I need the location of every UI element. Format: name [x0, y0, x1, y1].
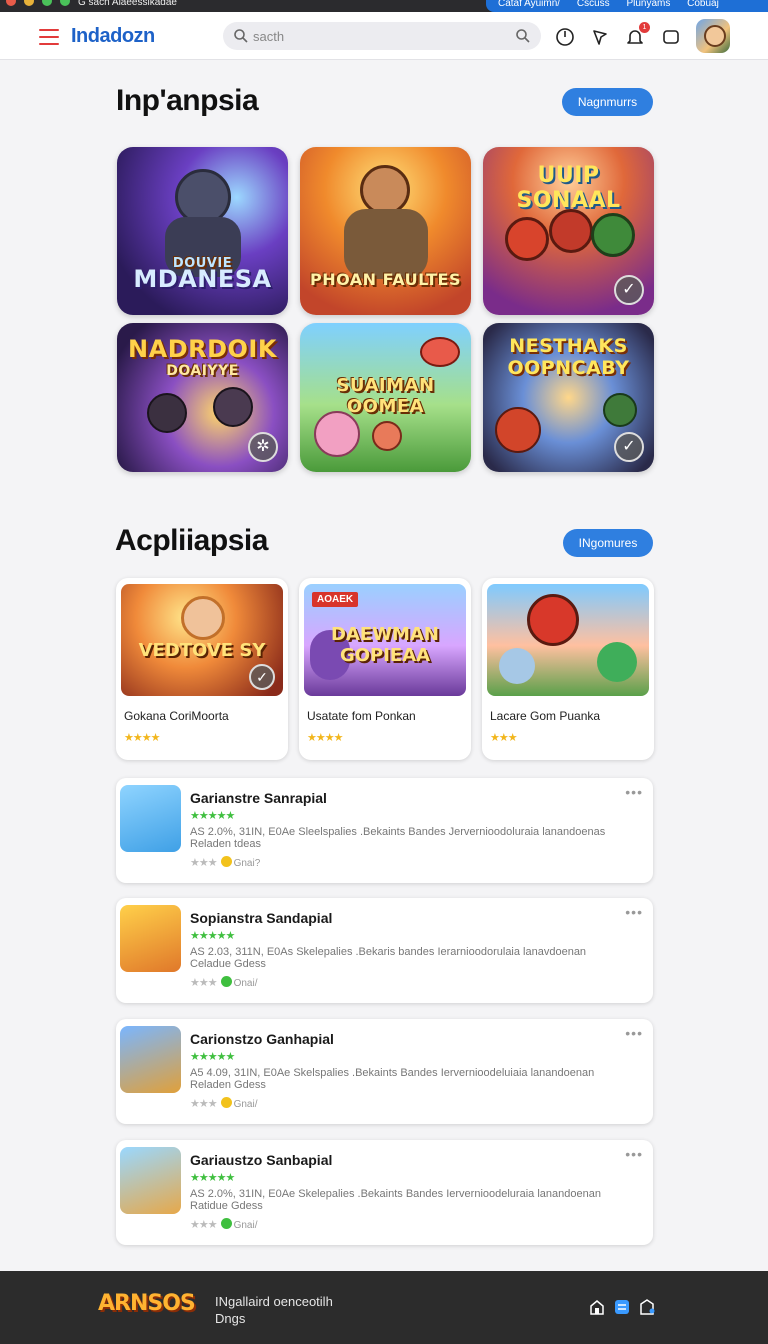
featured-tile[interactable]: UUIP SONAAL ✓ [483, 147, 654, 315]
avatar[interactable] [696, 19, 730, 53]
app-card[interactable]: Lacare Gom Puanka ★★★ [482, 578, 654, 760]
rating-label: Gnai/ [233, 1099, 258, 1110]
maximize-window-icon[interactable] [42, 0, 52, 6]
featured-tile[interactable]: DOUVIE MDANESA [117, 147, 288, 315]
rating-label: Gnai? [233, 858, 261, 869]
card-caption: VEDTOVE SY [138, 640, 266, 661]
check-icon: ✓ [614, 432, 644, 462]
list-item[interactable]: Gariaustzo Sanbapial ★★★★★ AS 2.0%, 31IN… [116, 1140, 653, 1245]
more-icon[interactable]: ••• [625, 784, 643, 800]
app-card[interactable]: VEDTOVE SY ✓ Gokana CoriMoorta ★★★★ [116, 578, 288, 760]
item-stars: ★★★★★ [190, 1172, 235, 1184]
item-title: Gariaustzo Sanbapial [190, 1152, 333, 1168]
item-stars: ★★★★★ [190, 930, 235, 942]
app-card[interactable]: AOAEK DAEWMAN GOPIEAA Usatate fom Ponkan… [299, 578, 471, 760]
tile-caption: NESTHAKS OOPNCABY [507, 335, 630, 379]
notifications-button[interactable]: 1 [624, 22, 650, 48]
rating-stars: ★★★ [490, 732, 518, 744]
list-item[interactable]: Carionstzo Ganhapial ★★★★★ A5 4.09, 31IN… [116, 1019, 653, 1124]
system-bar: G sach Alaeessikadae Cataf Ayuimn/ Cscus… [0, 0, 768, 12]
app-icon [120, 1026, 181, 1093]
more-icon[interactable]: ••• [625, 904, 643, 920]
tile-caption: MDANESA [133, 265, 272, 293]
card-name: Lacare Gom Puanka [490, 709, 601, 723]
search-icon [234, 29, 248, 43]
footer-line: INgallaird oenceotilh [215, 1294, 333, 1309]
featured-tile[interactable]: NESTHAKS OOPNCABY ✓ [483, 323, 654, 472]
settings-badge-icon: ✲ [248, 432, 278, 462]
featured-tile[interactable]: NADRDOIK DOAIYYE ✲ [117, 323, 288, 472]
tile-subcaption: DOAIYYE [166, 363, 239, 379]
more-icon[interactable]: ••• [625, 1025, 643, 1041]
item-description: A5 4.09, 31IN, E0Ae Skelspalies .Bekaint… [190, 1067, 595, 1091]
share-icon[interactable] [638, 1298, 656, 1316]
tile-caption: NADRDOIK [128, 335, 277, 363]
system-menu-item[interactable]: Cscuss [577, 0, 610, 9]
app-icon [120, 785, 181, 852]
item-description: AS 2.0%, 31IN, E0Ae Skelepalies .Bekaint… [190, 1188, 601, 1212]
window-controls [6, 0, 70, 6]
card-tag: AOAEK [312, 592, 359, 607]
check-icon: ✓ [249, 664, 275, 690]
card-name: Gokana CoriMoorta [124, 709, 229, 723]
app-logo[interactable]: Indadozn [71, 25, 155, 48]
menu-icon[interactable] [39, 29, 59, 45]
chat-icon[interactable] [660, 26, 682, 48]
search-bar [223, 22, 541, 50]
notification-badge: 1 [639, 22, 650, 33]
system-menu-item[interactable]: Cataf Ayuimn/ [498, 0, 560, 9]
window-title: G sach Alaeessikadae [78, 0, 177, 8]
list-item[interactable]: Garianstre Sanrapial ★★★★★ AS 2.0%, 31IN… [116, 778, 653, 883]
home-icon[interactable] [588, 1298, 606, 1316]
footer-text: INgallaird oenceotilh Dngs [215, 1293, 333, 1327]
item-description: AS 2.03, 311N, E0As Skelepalies .Bekaris… [190, 946, 587, 970]
list-item[interactable]: Sopianstra Sandapial ★★★★★ AS 2.03, 311N… [116, 898, 653, 1003]
app-header: Indadozn 1 [0, 12, 768, 60]
check-icon: ✓ [614, 275, 644, 305]
window-dot-icon [60, 0, 70, 6]
rating-stars: ★★★★ [307, 732, 343, 744]
featured-tile[interactable]: SUAIMAN OOMEA [300, 323, 471, 472]
item-title: Carionstzo Ganhapial [190, 1031, 334, 1047]
app-icon [120, 1147, 181, 1214]
featured-more-button[interactable]: Nagnmurrs [562, 88, 653, 116]
item-rating: ★★★ Gnai? [190, 856, 261, 869]
footer-logo[interactable]: ARNSOS [98, 1291, 196, 1316]
system-bar-menu: Cataf Ayuimn/ Cscuss Plunyams Cobuaj [486, 0, 768, 12]
tile-caption: PHOAN FAULTES [309, 270, 462, 289]
app-icon [120, 905, 181, 972]
item-stars: ★★★★★ [190, 1051, 235, 1063]
footer-line: Dngs [215, 1311, 246, 1326]
item-rating: ★★★ Onai/ [190, 976, 258, 989]
card-caption: DAEWMAN GOPIEAA [331, 624, 439, 666]
featured-tile[interactable]: PHOAN FAULTES [300, 147, 471, 315]
minimize-window-icon[interactable] [24, 0, 34, 6]
item-stars: ★★★★★ [190, 810, 235, 822]
search-input[interactable] [253, 26, 503, 46]
apps-more-button[interactable]: INgomures [563, 529, 653, 557]
featured-section-title: Inp'anpsia [116, 84, 259, 117]
footer: ARNSOS INgallaird oenceotilh Dngs [0, 1271, 768, 1344]
item-title: Sopianstra Sandapial [190, 910, 333, 926]
item-description: AS 2.0%, 31IN, E0Ae Sleelspalies .Bekain… [190, 826, 606, 850]
apps-section-title: Acpliiapsia [115, 524, 268, 557]
tile-caption: UUIP SONAAL [516, 163, 621, 213]
library-icon[interactable] [613, 1298, 631, 1316]
rating-label: Gnai/ [233, 1220, 258, 1231]
item-rating: ★★★ Gnai/ [190, 1218, 258, 1231]
tile-caption: SUAIMAN OOMEA [336, 375, 435, 417]
card-name: Usatate fom Ponkan [307, 709, 416, 723]
system-menu-item[interactable]: Cobuaj [687, 0, 719, 9]
more-icon[interactable]: ••• [625, 1146, 643, 1162]
close-window-icon[interactable] [6, 0, 16, 6]
pin-icon[interactable] [589, 26, 611, 48]
rating-label: Onai/ [233, 978, 258, 989]
item-title: Garianstre Sanrapial [190, 790, 327, 806]
clock-icon[interactable] [554, 26, 576, 48]
rating-stars: ★★★★ [124, 732, 160, 744]
item-rating: ★★★ Gnai/ [190, 1097, 258, 1110]
system-menu-item[interactable]: Plunyams [626, 0, 670, 9]
search-submit-icon[interactable] [515, 28, 531, 44]
